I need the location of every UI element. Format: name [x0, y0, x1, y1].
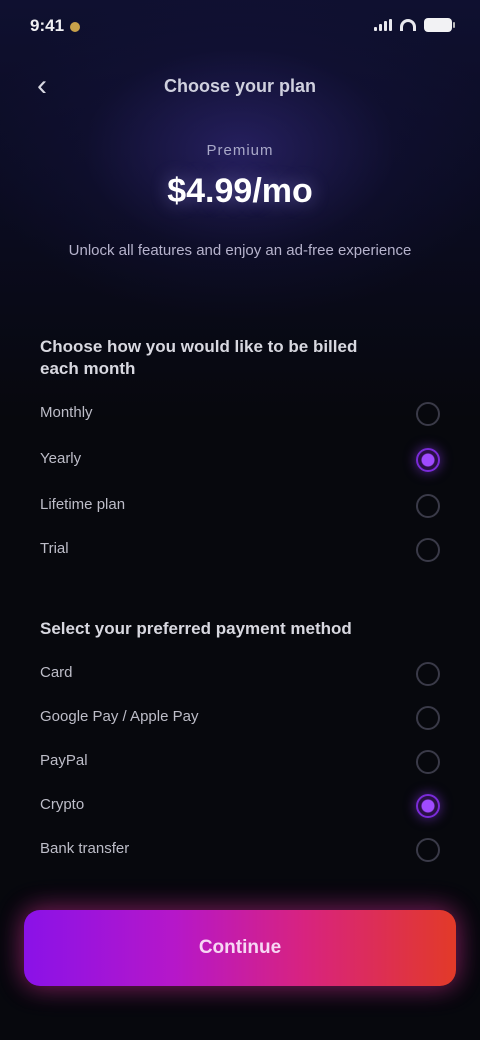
page-title: Choose your plan	[163, 76, 316, 96]
option-label: Crypto	[40, 796, 85, 813]
continue-button[interactable]: Continue	[24, 910, 456, 986]
radio-button[interactable]	[416, 662, 440, 686]
option-wallet-pay[interactable]: Google Pay / Apple Pay	[0, 700, 480, 736]
option-trial[interactable]: Trial	[0, 532, 480, 568]
radio-button-selected[interactable]	[416, 794, 440, 818]
radio-button[interactable]	[416, 402, 440, 426]
status-icons	[374, 18, 455, 32]
plan-name: Premium	[206, 142, 274, 159]
radio-button[interactable]	[416, 538, 440, 562]
paywall-screen: 9:41 ‹ Choose your plan Premium $4.99/mo…	[0, 0, 480, 1040]
status-bar: 9:41	[0, 0, 480, 60]
radio-button[interactable]	[416, 494, 440, 518]
radio-button[interactable]	[416, 750, 440, 774]
option-label: Yearly	[40, 450, 82, 467]
recording-dot-icon	[70, 21, 81, 32]
option-label: Bank transfer	[40, 840, 130, 857]
billing-section-title: Choose how you would like to be billed e…	[40, 337, 358, 378]
option-lifetime[interactable]: Lifetime plan	[0, 488, 480, 524]
plan-description: Unlock all features and enjoy an ad-free…	[68, 242, 412, 259]
option-label: Lifetime plan	[40, 496, 126, 513]
option-yearly[interactable]: Yearly	[0, 442, 480, 478]
plan-price: $4.99/mo	[167, 172, 313, 210]
option-label: Monthly	[40, 404, 93, 421]
signal-icon	[374, 19, 392, 31]
battery-icon	[424, 18, 455, 32]
option-crypto[interactable]: Crypto	[0, 788, 480, 824]
radio-button[interactable]	[416, 706, 440, 730]
option-monthly[interactable]: Monthly	[0, 396, 480, 432]
radio-button-selected[interactable]	[416, 448, 440, 472]
option-label: Card	[40, 664, 73, 681]
radio-button[interactable]	[416, 838, 440, 862]
option-paypal[interactable]: PayPal	[0, 744, 480, 780]
payment-section-title: Select your preferred payment method	[40, 619, 352, 638]
option-label: Trial	[40, 540, 69, 557]
option-bank-transfer[interactable]: Bank transfer	[0, 832, 480, 868]
status-time: 9:41	[30, 16, 81, 36]
header: ‹ Choose your plan	[0, 62, 480, 110]
option-card[interactable]: Card	[0, 656, 480, 692]
wifi-icon	[400, 19, 416, 31]
option-label: Google Pay / Apple Pay	[40, 708, 199, 725]
status-time-text: 9:41	[30, 16, 65, 35]
option-label: PayPal	[40, 752, 88, 769]
